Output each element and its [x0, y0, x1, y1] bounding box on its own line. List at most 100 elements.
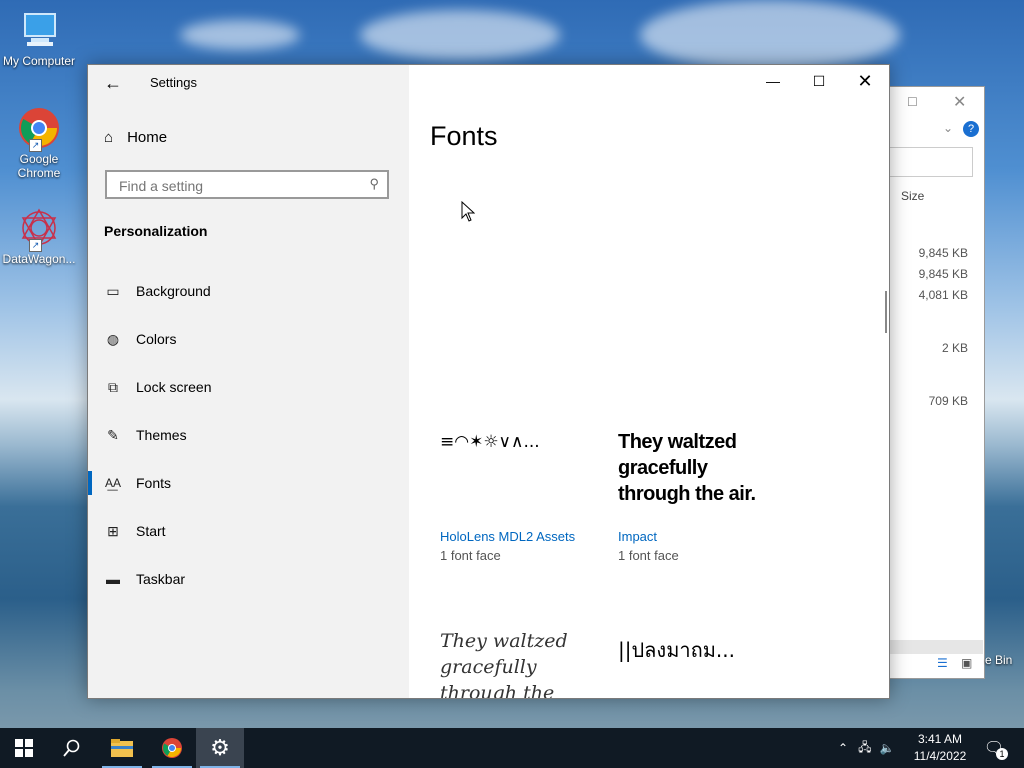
- nav-item-start[interactable]: ⊞ Start: [104, 519, 166, 543]
- nav-label: Lock screen: [136, 379, 212, 395]
- font-name: HoloLens MDL2 Assets: [440, 529, 576, 544]
- file-size: 9,845 KB: [918, 267, 968, 281]
- chevron-down-icon[interactable]: ⌄: [943, 121, 953, 135]
- network-icon[interactable]: 🖧: [858, 738, 871, 759]
- page-title: Fonts: [430, 121, 498, 151]
- settings-content: — ☐ ✕ Fonts ≡◠✶☼∨∧... HoloLens MDL2 Asse…: [409, 65, 889, 698]
- desktop-icon-datawagon[interactable]: ↗ DataWagon...: [0, 206, 78, 266]
- recycle-bin-label[interactable]: e Bin: [985, 653, 1012, 667]
- nav-item-taskbar[interactable]: ▬ Taskbar: [104, 567, 185, 591]
- computer-icon: [17, 8, 61, 52]
- nav-label: Colors: [136, 331, 177, 347]
- datawagon-icon: ↗: [17, 206, 61, 252]
- close-button[interactable]: ✕: [842, 65, 888, 97]
- desktop-icon-label: DataWagon...: [2, 252, 76, 266]
- details-view-icon[interactable]: ☰: [937, 656, 948, 670]
- fonts-icon: A͟A: [104, 476, 121, 490]
- system-tray: ⌃ 🖧 🔈: [838, 728, 894, 768]
- section-heading: Personalization: [104, 223, 208, 239]
- file-size: 9,845 KB: [918, 246, 968, 260]
- help-icon[interactable]: ?: [963, 121, 979, 137]
- clock-time: 3:41 AM: [917, 732, 963, 746]
- file-explorer-button[interactable]: [98, 728, 146, 768]
- font-name: Impact: [618, 529, 658, 544]
- shortcut-arrow-icon: ↗: [29, 239, 42, 252]
- file-size: 709 KB: [928, 394, 968, 408]
- active-indicator: [88, 471, 92, 495]
- font-tile-hololens[interactable]: ≡◠✶☼∨∧... HoloLens MDL2 Assets 1 font fa…: [440, 429, 600, 563]
- nav-item-background[interactable]: ▭ Background: [104, 279, 211, 303]
- nav-item-lock-screen[interactable]: ⧉ Lock screen: [104, 375, 211, 399]
- start-icon: ⊞: [107, 522, 119, 539]
- maximize-button[interactable]: ☐: [796, 65, 842, 97]
- window-title: Settings: [150, 75, 197, 90]
- settings-sidebar: ← Settings ⌂ Home ⚲ Personalization ▭ Ba…: [88, 65, 409, 698]
- desktop-icon-label: Google Chrome: [17, 152, 61, 180]
- font-face-count: 1 font face: [440, 548, 501, 563]
- minimize-button[interactable]: —: [750, 65, 796, 97]
- settings-taskbar-button[interactable]: ⚙: [196, 728, 244, 768]
- action-center-button[interactable]: 🗨 1: [972, 728, 1016, 768]
- font-preview: They waltzed gracefully through the air.: [618, 431, 756, 505]
- start-button[interactable]: [0, 728, 48, 768]
- cloud: [640, 0, 900, 70]
- column-header-size[interactable]: Size: [901, 189, 924, 203]
- search-input[interactable]: [889, 147, 973, 177]
- clock[interactable]: 3:41 AM 11/4/2022: [905, 731, 975, 765]
- search-icon: [63, 739, 80, 757]
- cloud: [360, 10, 560, 60]
- nav-item-themes[interactable]: ✎ Themes: [104, 423, 187, 447]
- lock-screen-icon: ⧉: [108, 378, 118, 395]
- nav-item-fonts[interactable]: A͟A Fonts: [104, 471, 171, 495]
- nav-label: Background: [136, 283, 211, 299]
- font-preview: ≡◠✶☼∨∧...: [440, 432, 540, 452]
- search-button[interactable]: [48, 728, 96, 768]
- font-face-count: 1 font face: [618, 548, 679, 563]
- font-tile-script[interactable]: ||ปลงมาถม...: [618, 637, 778, 663]
- close-icon[interactable]: ✕: [953, 92, 966, 112]
- font-preview: They waltzed gracefully through the air.: [440, 630, 568, 698]
- maximize-icon[interactable]: ☐: [907, 95, 918, 109]
- home-nav-item[interactable]: ⌂ Home: [104, 129, 167, 146]
- file-size: 2 KB: [941, 341, 968, 355]
- chrome-taskbar-button[interactable]: [148, 728, 196, 768]
- settings-window[interactable]: ← Settings ⌂ Home ⚲ Personalization ▭ Ba…: [87, 64, 890, 699]
- themes-icon: ✎: [107, 426, 119, 443]
- home-icon: ⌂: [104, 129, 114, 146]
- find-setting-search[interactable]: ⚲: [105, 170, 389, 199]
- palette-icon: ◍: [106, 330, 120, 347]
- chrome-icon: ↗: [17, 106, 61, 152]
- shortcut-arrow-icon: ↗: [29, 139, 42, 152]
- font-preview: ||ปลงมาถม...: [618, 638, 735, 662]
- file-size: 4,081 KB: [918, 288, 968, 302]
- desktop-icon-label: My Computer: [2, 54, 76, 68]
- nav-label: Fonts: [136, 475, 172, 491]
- font-tile-impact[interactable]: They waltzed gracefully through the air.…: [618, 429, 778, 563]
- chevron-up-icon[interactable]: ⌃: [838, 741, 848, 755]
- nav-label: Start: [136, 523, 166, 539]
- desktop-icon-google-chrome[interactable]: ↗ Google Chrome: [0, 106, 78, 180]
- windows-logo-icon: [15, 739, 33, 757]
- image-icon: ▭: [106, 282, 120, 299]
- gear-icon: ⚙: [210, 735, 230, 760]
- font-tile-handwriting[interactable]: They waltzed gracefully through the air.: [440, 628, 590, 698]
- mouse-cursor-icon: [461, 200, 476, 228]
- desktop-icon-my-computer[interactable]: My Computer: [0, 8, 78, 68]
- clock-date: 11/4/2022: [913, 749, 967, 763]
- notification-count: 1: [996, 748, 1008, 760]
- cloud: [180, 20, 300, 50]
- taskbar-icon: ▬: [106, 571, 120, 587]
- scrollbar-thumb[interactable]: [885, 291, 887, 333]
- nav-label: Taskbar: [136, 571, 186, 587]
- volume-icon[interactable]: 🔈: [879, 741, 894, 755]
- search-icon[interactable]: ⚲: [369, 176, 379, 192]
- nav-item-colors[interactable]: ◍ Colors: [104, 327, 177, 351]
- large-icons-view-icon[interactable]: ▣: [961, 656, 972, 670]
- chrome-icon: [162, 738, 182, 758]
- nav-label: Themes: [136, 427, 187, 443]
- back-arrow-icon[interactable]: ←: [104, 73, 122, 94]
- folder-icon: [111, 739, 133, 757]
- home-label: Home: [127, 129, 168, 146]
- search-input[interactable]: [117, 177, 361, 195]
- taskbar: ⚙ ⌃ 🖧 🔈 3:41 AM 11/4/2022 🗨 1: [0, 728, 1024, 768]
